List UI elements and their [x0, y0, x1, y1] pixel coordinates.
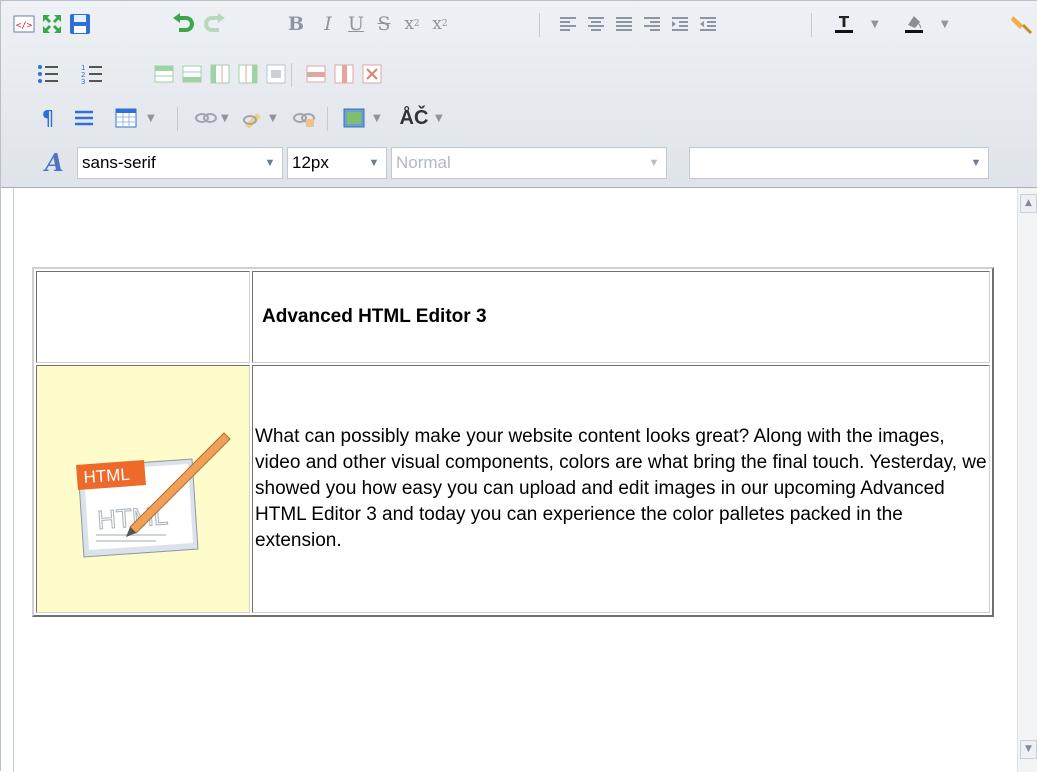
align-left-icon[interactable] [555, 11, 581, 37]
text-color-dropdown-icon[interactable]: ▼ [871, 19, 879, 30]
table-row: HTML HTML What can possibly make your we… [36, 365, 990, 613]
insert-table-dropdown-icon[interactable]: ▼ [147, 113, 155, 124]
redo-icon[interactable] [201, 11, 227, 37]
merge-cells-icon[interactable] [263, 61, 289, 87]
insert-image-dropdown-icon[interactable]: ▼ [373, 113, 381, 124]
chevron-down-icon: ▼ [648, 157, 660, 169]
italic-icon[interactable]: I [315, 11, 341, 37]
image-cell[interactable]: HTML HTML [36, 365, 250, 613]
save-icon[interactable] [67, 11, 93, 37]
special-characters-dropdown-icon[interactable]: ▼ [435, 113, 443, 124]
text-color-icon[interactable]: T [831, 11, 857, 37]
clear-format-icon[interactable] [1009, 11, 1035, 37]
insert-row-above-icon[interactable] [151, 61, 177, 87]
format-block-value: Normal [396, 153, 451, 172]
fullscreen-icon[interactable] [39, 11, 65, 37]
unlink-icon[interactable] [291, 105, 317, 131]
svg-text:3: 3 [81, 78, 85, 84]
strikethrough-icon[interactable]: S [371, 11, 397, 37]
html-editor: </> B I U S x2 x2 T ▼ ▼ 1 2 3 ¶ ▼ ▼ ▼ ▼ … [0, 0, 1037, 772]
toolbar-separator [177, 107, 178, 131]
undo-icon[interactable] [171, 11, 197, 37]
toolbar-separator [811, 13, 812, 37]
html-editor-logo: HTML HTML [76, 432, 231, 558]
insert-image-icon[interactable] [341, 105, 367, 131]
insert-link-icon[interactable] [193, 105, 219, 131]
delete-row-icon[interactable] [303, 61, 329, 87]
svg-text:</>: </> [16, 21, 33, 31]
outdent-icon[interactable] [695, 11, 721, 37]
scroll-up-button[interactable]: ▲ [1020, 194, 1037, 213]
paragraph-icon[interactable]: ¶ [35, 105, 61, 131]
table-cell-empty[interactable] [36, 271, 250, 363]
scroll-down-button[interactable]: ▼ [1020, 740, 1037, 759]
style-select[interactable]: ▼ [689, 147, 989, 179]
toolbar-separator [327, 107, 328, 131]
special-characters-icon[interactable]: ÅČ [397, 105, 431, 131]
table-row: Advanced HTML Editor 3 [36, 271, 990, 363]
delete-column-icon[interactable] [331, 61, 357, 87]
font-family-select[interactable]: sans-serif ▼ [77, 147, 283, 179]
subscript-icon[interactable]: x2 [399, 11, 425, 37]
numbered-list-icon[interactable]: 123 [79, 61, 105, 87]
align-center-icon[interactable] [583, 11, 609, 37]
chevron-down-icon: ▼ [368, 157, 380, 169]
content-table[interactable]: Advanced HTML Editor 3 HTML HTML What ca… [32, 267, 994, 617]
delete-table-icon[interactable] [359, 61, 385, 87]
insert-link-dropdown-icon[interactable]: ▼ [221, 113, 229, 124]
insert-column-left-icon[interactable] [207, 61, 233, 87]
superscript-icon[interactable]: x2 [427, 11, 453, 37]
chevron-down-icon: ▼ [264, 157, 276, 169]
insert-row-below-icon[interactable] [179, 61, 205, 87]
logo-label-top: HTML [83, 465, 130, 487]
document-title[interactable]: Advanced HTML Editor 3 [252, 271, 990, 363]
font-size-value: 12px [292, 153, 329, 172]
bullet-list-icon[interactable] [35, 61, 61, 87]
edit-link-icon[interactable] [241, 105, 267, 131]
align-right-icon[interactable] [639, 11, 665, 37]
font-family-value: sans-serif [82, 153, 156, 172]
vertical-scrollbar[interactable]: ▲ ▼ [1017, 188, 1037, 772]
horizontal-rule-icon[interactable] [71, 105, 97, 131]
font-family-icon: A [45, 148, 64, 177]
chevron-down-icon: ▼ [970, 157, 982, 169]
bold-icon[interactable]: B [283, 11, 309, 37]
insert-table-icon[interactable] [113, 105, 139, 131]
document-body[interactable]: What can possibly make your website cont… [252, 365, 990, 613]
background-color-dropdown-icon[interactable]: ▼ [941, 19, 949, 30]
background-color-icon[interactable] [901, 11, 927, 37]
svg-text:T: T [839, 13, 850, 31]
insert-column-right-icon[interactable] [235, 61, 261, 87]
edit-link-dropdown-icon[interactable]: ▼ [269, 113, 277, 124]
toolbar-separator [291, 63, 292, 87]
source-icon[interactable]: </> [11, 11, 37, 37]
font-size-select[interactable]: 12px ▼ [287, 147, 387, 179]
underline-icon[interactable]: U [343, 11, 369, 37]
format-block-select[interactable]: Normal ▼ [391, 147, 667, 179]
indent-icon[interactable] [667, 11, 693, 37]
editor-toolbar: </> B I U S x2 x2 T ▼ ▼ 1 2 3 ¶ ▼ ▼ ▼ ▼ … [1, 1, 1037, 188]
align-justify-icon[interactable] [611, 11, 637, 37]
toolbar-separator [539, 13, 540, 37]
